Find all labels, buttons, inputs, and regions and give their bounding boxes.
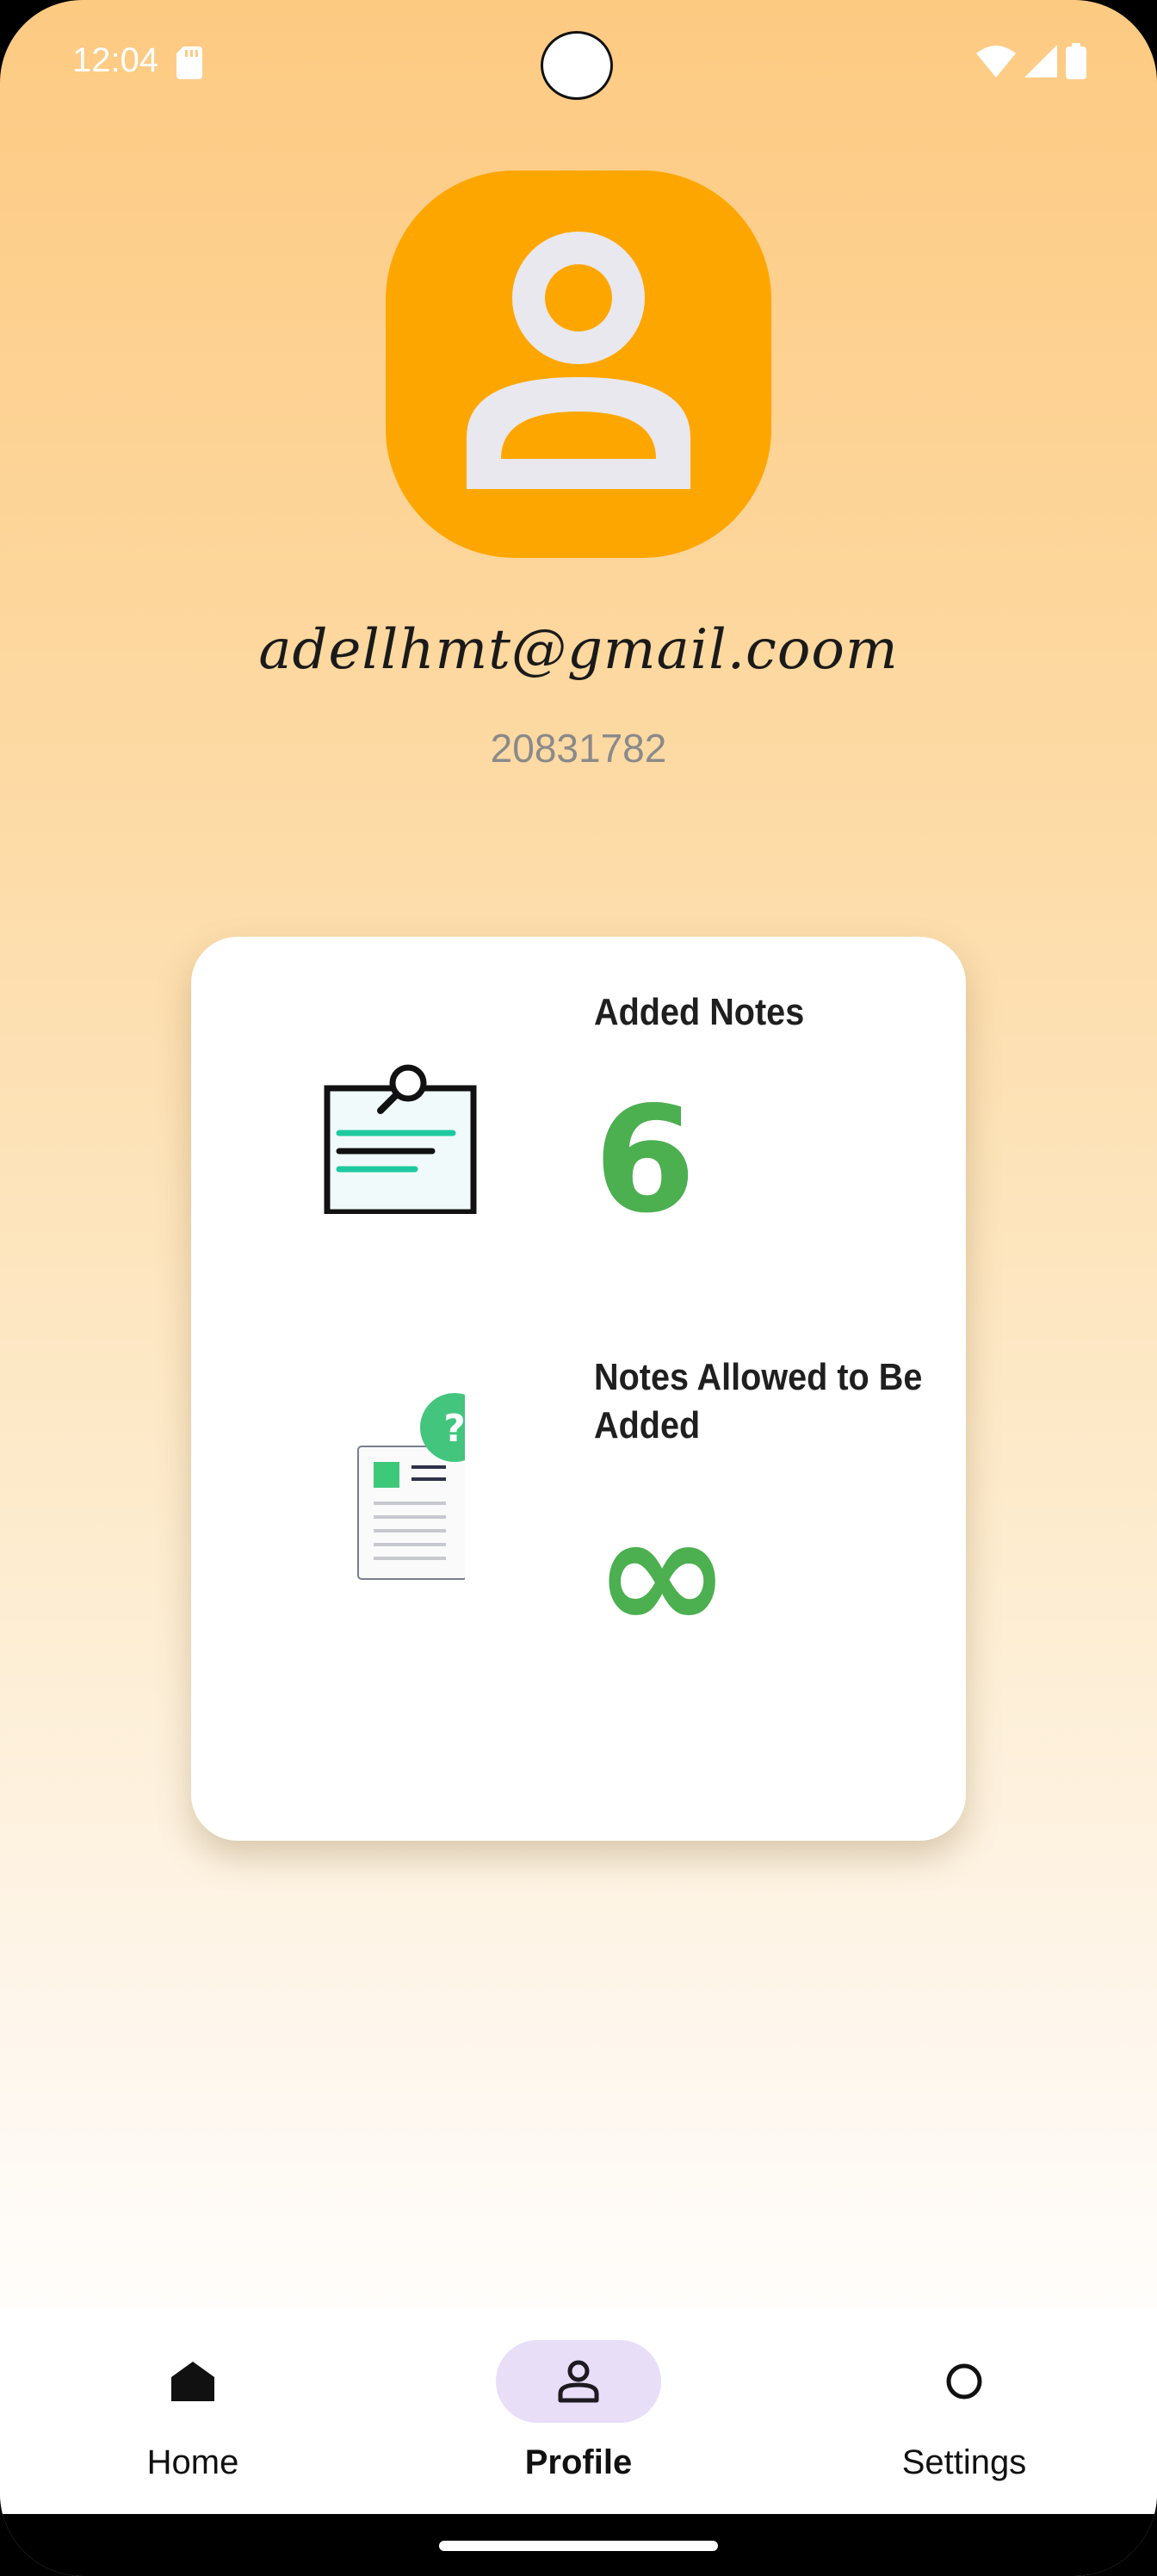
- nav-item-settings[interactable]: Settings: [771, 2307, 1157, 2514]
- sd-card-icon: [176, 46, 202, 79]
- added-notes-value: 6: [594, 1075, 696, 1246]
- nav-home-label: Home: [146, 2443, 239, 2481]
- nav-profile-label: Profile: [524, 2443, 633, 2481]
- gesture-handle[interactable]: [439, 2541, 718, 2551]
- profile-user-id: 20831782: [490, 726, 667, 771]
- status-time: 12:04: [72, 41, 159, 79]
- svg-text:?: ?: [443, 1407, 465, 1451]
- added-notes-label: Added Notes: [594, 991, 805, 1033]
- nav-item-home[interactable]: Home: [0, 2307, 386, 2514]
- person-icon: [558, 2360, 599, 2403]
- person-icon: [467, 232, 690, 489]
- front-camera: [541, 31, 613, 100]
- nav-item-profile[interactable]: Profile: [386, 2307, 771, 2514]
- nav-settings-indicator: [882, 2340, 1047, 2423]
- document-question-icon: ?: [357, 1393, 465, 1580]
- wifi-icon: [976, 46, 1016, 77]
- notes-allowed-value: ∞: [594, 1478, 731, 1669]
- clipboard-search-icon: [324, 1064, 477, 1214]
- bottom-navigation: Home Profile Settings: [0, 2307, 1157, 2514]
- nav-home-indicator: [110, 2340, 275, 2423]
- circle-icon: [946, 2363, 982, 2400]
- nav-settings-label: Settings: [901, 2443, 1027, 2481]
- notes-stats-card: Added Notes 6 ? Notes Allowed to Be Adde…: [191, 937, 966, 1841]
- battery-icon: [1066, 43, 1086, 79]
- status-icons: [976, 43, 1086, 79]
- home-icon: [171, 2362, 214, 2401]
- profile-avatar[interactable]: [386, 170, 771, 558]
- profile-email: adellhmt@gmail.coom: [258, 618, 899, 682]
- notes-allowed-label: Notes Allowed to Be Added: [594, 1356, 923, 1446]
- cell-signal-icon: [1024, 45, 1057, 77]
- profile-screen: 12:04 adellhmt@gmail.coom 20831782 Added…: [0, 0, 1157, 2576]
- nav-profile-indicator: [496, 2340, 661, 2423]
